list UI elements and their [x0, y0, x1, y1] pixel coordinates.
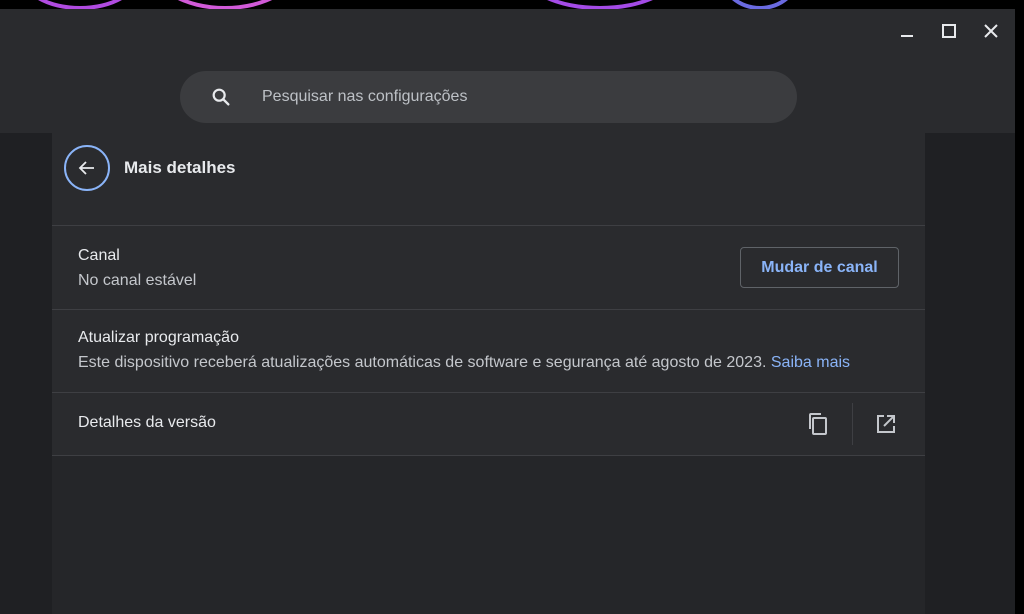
page-header: Mais detalhes — [52, 133, 925, 226]
search-input[interactable] — [262, 71, 762, 123]
update-schedule-text: Este dispositivo receberá atualizações a… — [78, 354, 767, 371]
open-in-new-icon — [877, 415, 895, 433]
channel-status: No canal estável — [78, 272, 197, 289]
update-schedule-description: Este dispositivo receberá atualizações a… — [78, 354, 850, 372]
open-build-details-button[interactable] — [868, 406, 904, 442]
back-button[interactable] — [64, 145, 110, 191]
arrow-left-icon — [78, 161, 94, 175]
maximize-icon — [942, 24, 956, 38]
title-bar — [0, 9, 1015, 133]
channel-title: Canal — [78, 247, 120, 264]
maximize-button[interactable] — [931, 17, 967, 45]
search-icon — [212, 88, 230, 106]
copy-build-details-button[interactable] — [800, 406, 836, 442]
page-title: Mais detalhes — [124, 158, 236, 177]
divider — [852, 403, 853, 445]
copy-icon — [809, 413, 827, 435]
details-panel: Mais detalhes Canal No canal estável Mud… — [52, 133, 925, 614]
search-bar[interactable] — [180, 71, 797, 123]
close-icon — [984, 24, 998, 38]
build-details-row[interactable]: Detalhes da versão — [52, 393, 925, 456]
update-schedule-title: Atualizar programação — [78, 329, 239, 346]
change-channel-button[interactable]: Mudar de canal — [740, 247, 899, 288]
update-schedule-row: Atualizar programação Este dispositivo r… — [52, 310, 925, 393]
empty-area — [52, 456, 925, 614]
window-controls — [889, 17, 1009, 45]
minimize-button[interactable] — [889, 17, 925, 45]
close-button[interactable] — [973, 17, 1009, 45]
settings-window: Mais detalhes Canal No canal estável Mud… — [0, 9, 1015, 614]
build-details-title: Detalhes da versão — [78, 414, 216, 431]
learn-more-link[interactable]: Saiba mais — [771, 354, 850, 371]
channel-row: Canal No canal estável Mudar de canal — [52, 226, 925, 310]
minimize-icon — [901, 35, 913, 37]
